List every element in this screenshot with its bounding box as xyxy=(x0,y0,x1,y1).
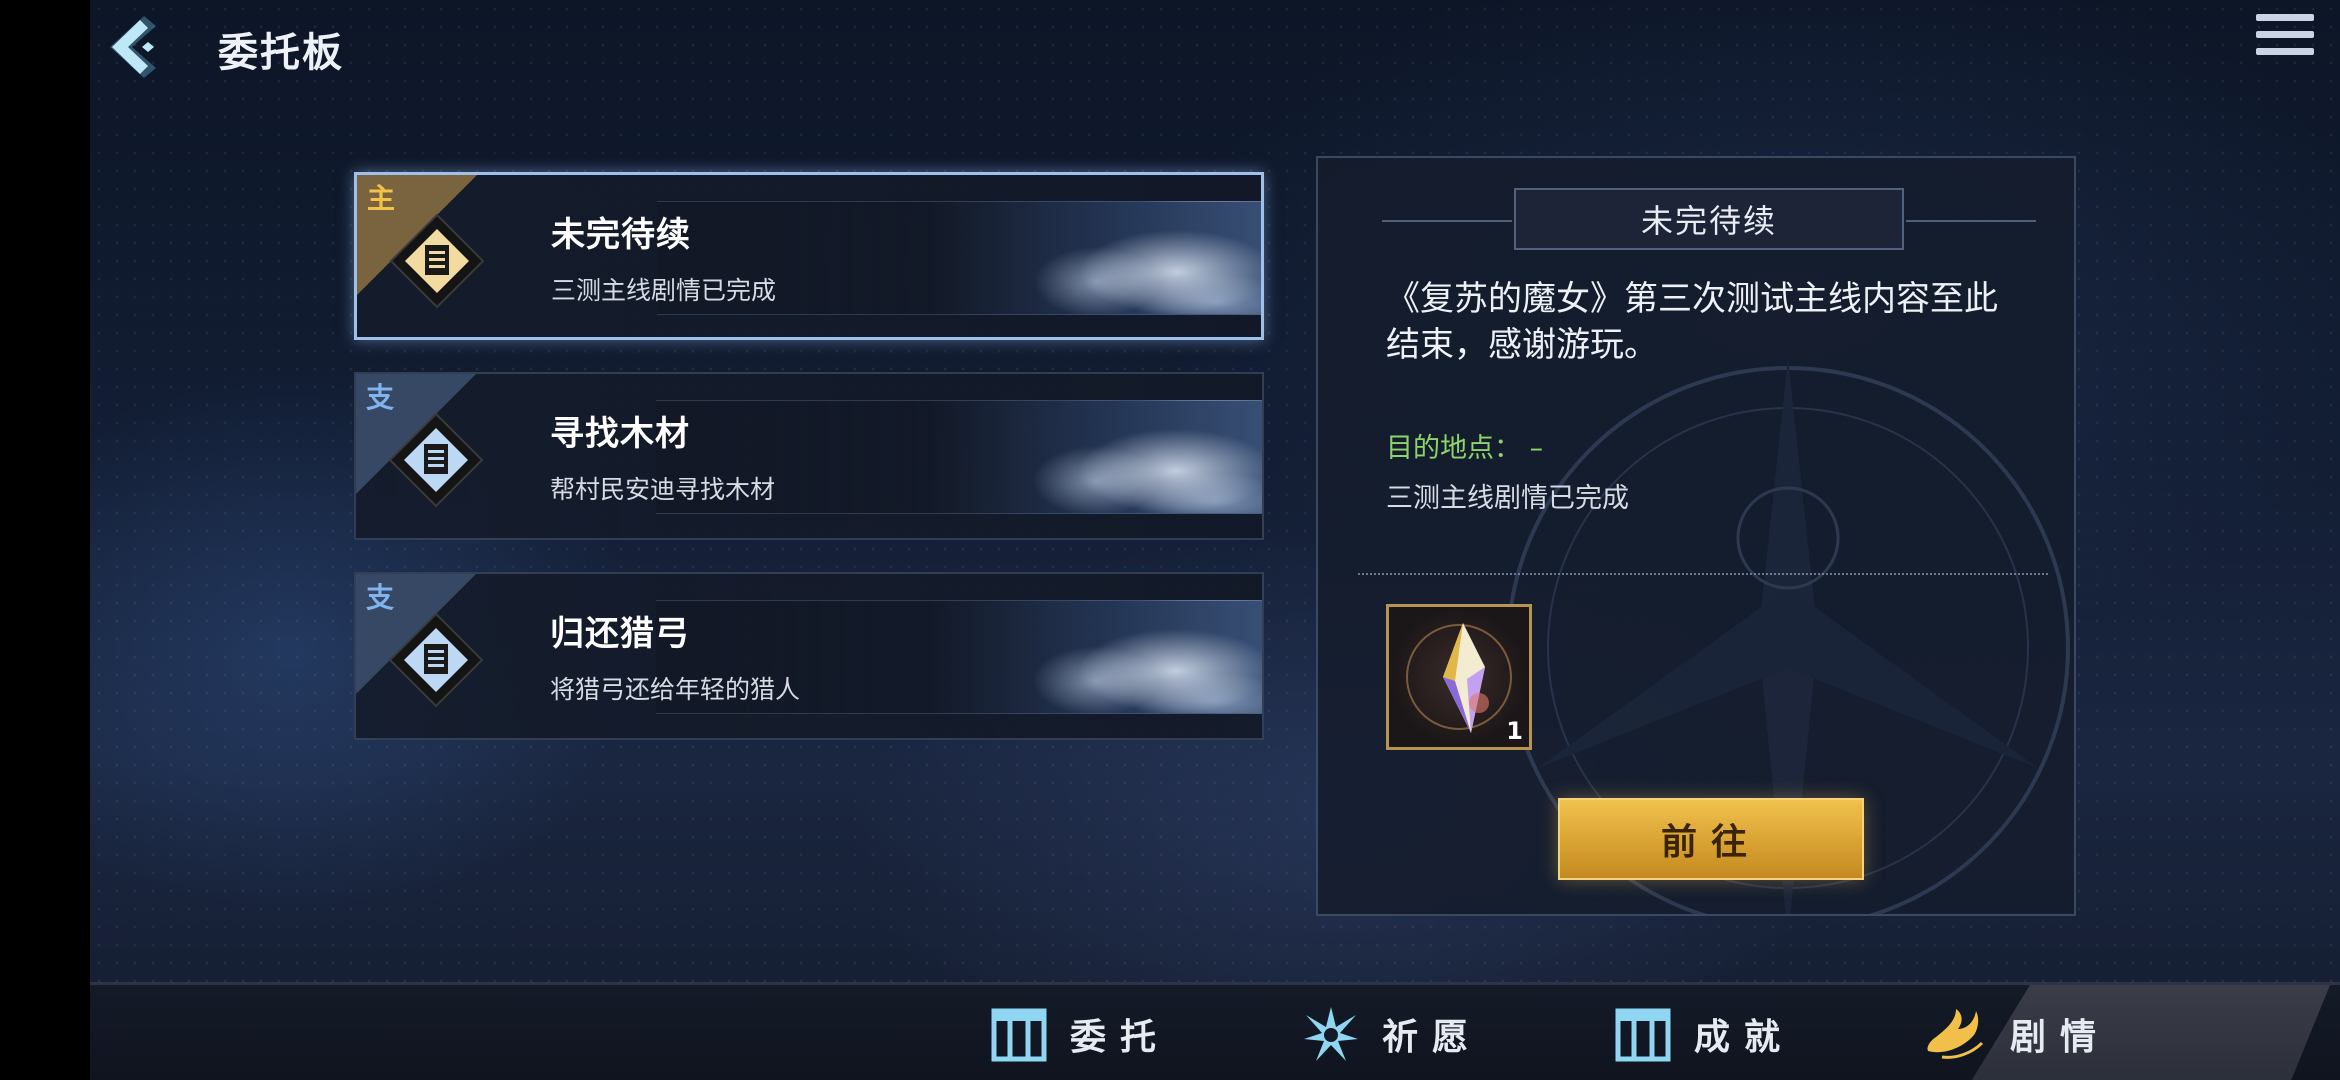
screen: 委托板 主 未完待续 三测主线剧情已完成 支 寻找木材 帮村民安迪寻找木材 支 … xyxy=(0,0,2340,1080)
heading-line-left xyxy=(1382,220,1512,222)
dotted-divider xyxy=(1358,573,2048,575)
nav-label: 委托 xyxy=(1070,1017,1171,1058)
destination-label: 目的地点： – xyxy=(1386,433,1544,464)
detail-description: 《复苏的魔女》第三次测试主线内容至此结束，感谢游玩。 xyxy=(1386,279,1998,365)
gate-icon xyxy=(1615,1008,1671,1062)
menu-button[interactable] xyxy=(2256,14,2314,66)
nav-tab-commission[interactable]: 委托 xyxy=(990,985,1170,1080)
quest-card-side-2[interactable]: 支 归还猎弓 将猎弓还给年轻的猎人 xyxy=(354,572,1264,740)
nav-tab-story[interactable]: 剧情 xyxy=(1922,985,2110,1080)
nav-tab-wish[interactable]: 祈愿 xyxy=(1302,985,1482,1080)
detail-heading: 未完待续 xyxy=(1514,188,1904,250)
quest-card-main[interactable]: 主 未完待续 三测主线剧情已完成 xyxy=(354,172,1264,340)
nav-tab-achievement[interactable]: 成就 xyxy=(1614,985,1794,1080)
scroll-icon xyxy=(387,211,487,311)
bottom-nav-bar: 委托 祈愿 成就 剧情 xyxy=(90,982,2340,1080)
quest-description: 三测主线剧情已完成 xyxy=(551,276,777,305)
page-title: 委托板 xyxy=(218,30,344,76)
hamburger-menu-icon xyxy=(2256,14,2314,55)
quest-description: 将猎弓还给年轻的猎人 xyxy=(550,675,801,704)
back-button[interactable] xyxy=(100,12,170,82)
reward-count: 1 xyxy=(1506,717,1523,745)
quest-title: 归还猎弓 xyxy=(550,614,690,654)
go-button[interactable]: 前往 xyxy=(1558,798,1864,880)
quest-card-side-1[interactable]: 支 寻找木材 帮村民安迪寻找木材 xyxy=(354,372,1264,540)
scroll-icon xyxy=(386,410,486,510)
nav-label: 剧情 xyxy=(2010,1017,2111,1058)
quest-detail-panel: 未完待续 《复苏的魔女》第三次测试主线内容至此结束，感谢游玩。 目的地点： – … xyxy=(1316,156,2076,916)
destination-status: 三测主线剧情已完成 xyxy=(1386,483,1629,514)
reward-item[interactable]: 1 xyxy=(1386,604,1532,750)
nav-label: 祈愿 xyxy=(1382,1017,1483,1058)
chevron-left-icon xyxy=(110,16,156,78)
gate-icon xyxy=(991,1008,1047,1062)
heading-line-right xyxy=(1906,220,2036,222)
scroll-icon xyxy=(386,610,486,710)
nav-label: 成就 xyxy=(1694,1017,1795,1058)
quest-title: 未完待续 xyxy=(551,215,691,255)
quest-title: 寻找木材 xyxy=(550,414,690,454)
star-burst-icon xyxy=(1304,1007,1358,1061)
flame-icon xyxy=(1927,1009,1984,1059)
quest-description: 帮村民安迪寻找木材 xyxy=(550,475,776,504)
